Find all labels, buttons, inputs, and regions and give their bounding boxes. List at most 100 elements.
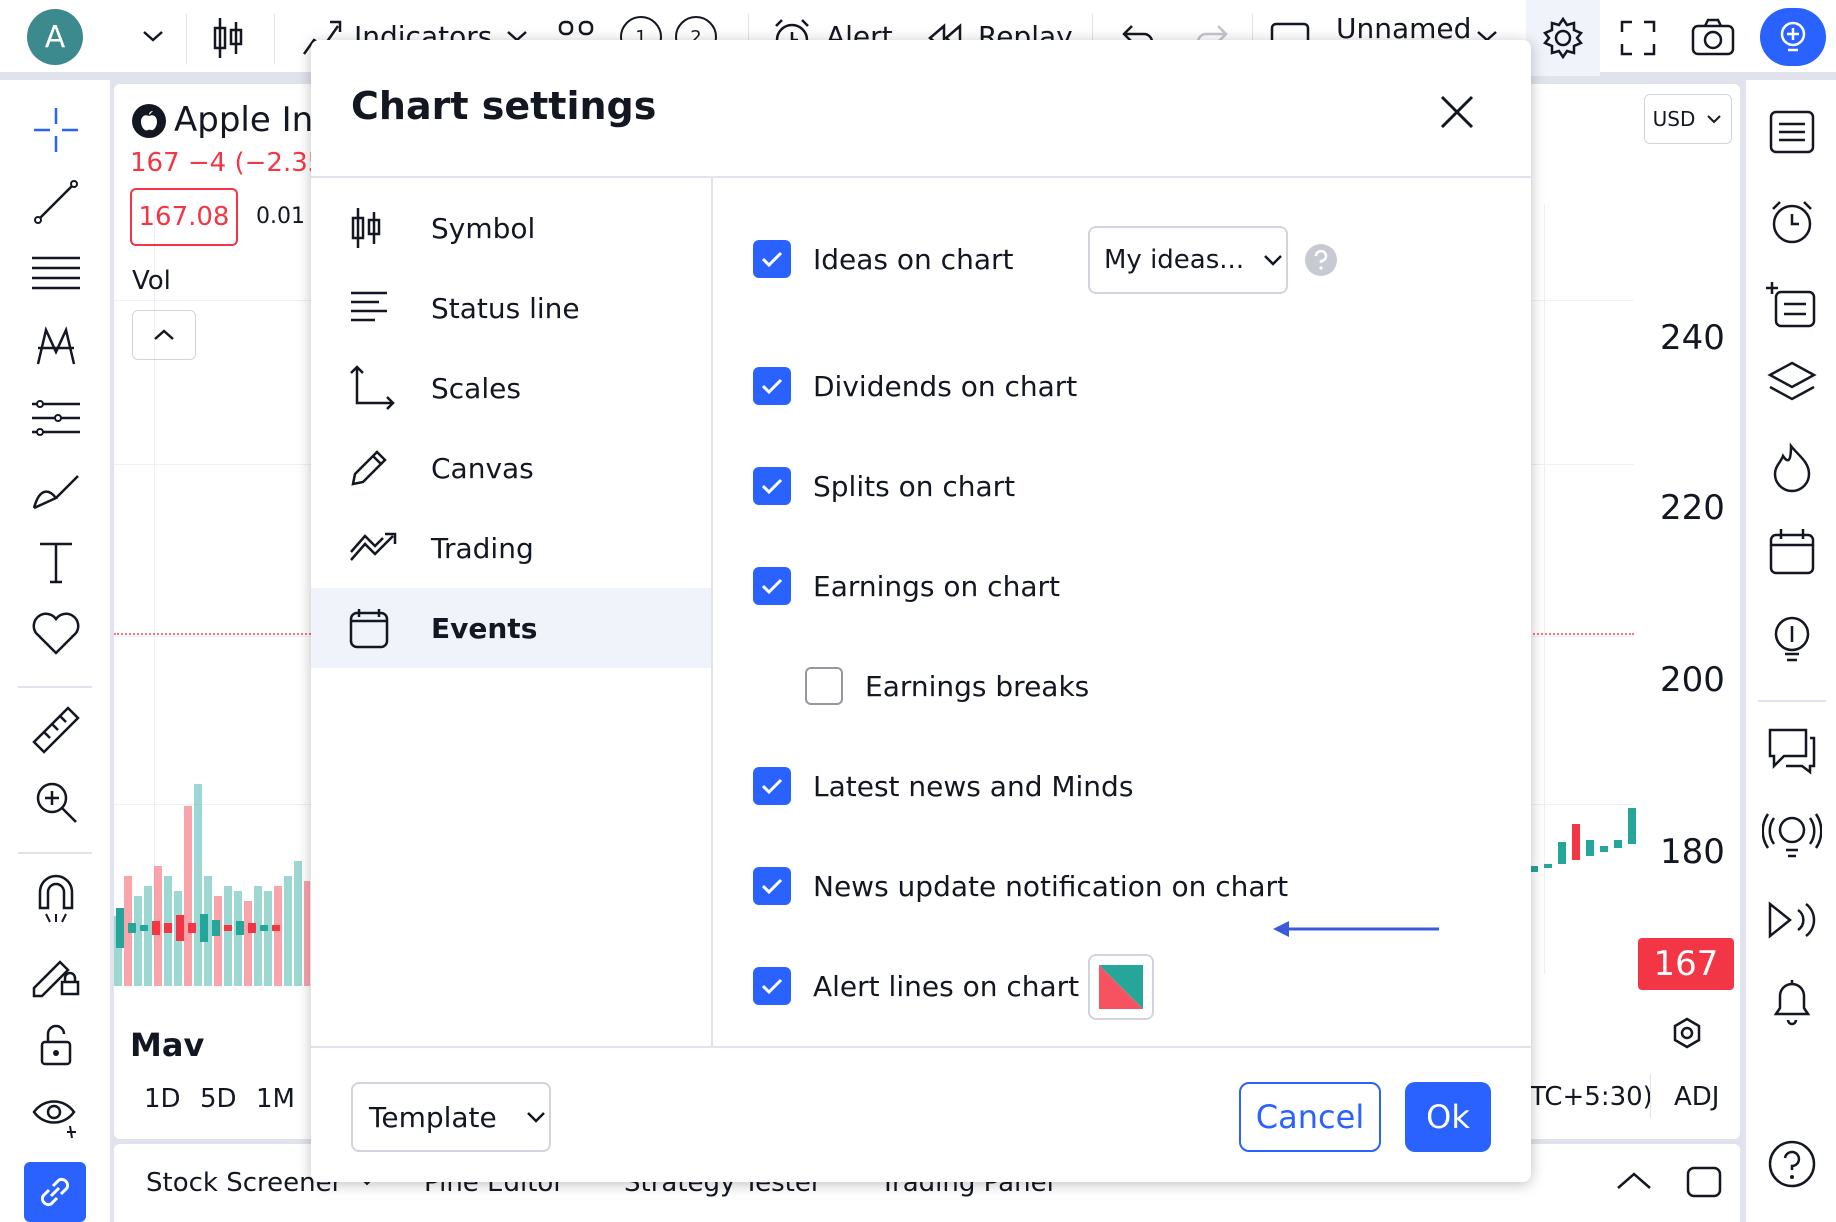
- dialog-divider: [311, 176, 1531, 178]
- nav-item-scales[interactable]: Scales: [311, 348, 711, 428]
- template-select[interactable]: Template: [351, 1082, 551, 1152]
- dialog-divider: [311, 1046, 1531, 1048]
- nav-item-status-line[interactable]: Status line: [311, 268, 711, 348]
- checkbox-unchecked[interactable]: [805, 667, 843, 705]
- watchlist-icon[interactable]: [1760, 100, 1824, 164]
- brush-icon[interactable]: [22, 460, 90, 520]
- check-icon: [761, 878, 783, 895]
- nav-item-trading[interactable]: Trading: [311, 508, 711, 588]
- spread-value: 0.01: [256, 204, 305, 229]
- scale-settings-icon[interactable]: [1670, 1016, 1704, 1050]
- fib-retracement-icon[interactable]: [22, 244, 90, 304]
- option-earnings-breaks[interactable]: Earnings breaks: [805, 667, 1089, 705]
- currency-select[interactable]: USD: [1644, 94, 1732, 144]
- check-icon: [761, 778, 783, 795]
- trend-line-icon[interactable]: [22, 172, 90, 232]
- crosshair-icon[interactable]: [22, 100, 90, 160]
- chart-mark: [144, 886, 152, 986]
- nav-item-events[interactable]: Events: [311, 588, 711, 668]
- chart-mark: [1614, 840, 1622, 848]
- ok-button[interactable]: Ok: [1405, 1082, 1491, 1152]
- camera-icon[interactable]: [1690, 16, 1736, 58]
- fullscreen-icon[interactable]: [1618, 18, 1658, 58]
- checkbox-checked[interactable]: [753, 467, 791, 505]
- option-news-update-notification[interactable]: News update notification on chart: [753, 867, 1288, 905]
- candles-icon: [349, 206, 409, 250]
- hotlist-fire-icon[interactable]: [1760, 436, 1824, 500]
- candles-icon[interactable]: [210, 16, 246, 60]
- chevron-down-icon: [1264, 255, 1282, 266]
- option-latest-news-and-minds[interactable]: Latest news and Minds: [753, 767, 1133, 805]
- publish-button[interactable]: [1760, 8, 1826, 66]
- chevron-down-icon[interactable]: [140, 26, 166, 46]
- layers-icon[interactable]: [1760, 350, 1824, 414]
- close-button[interactable]: [1429, 84, 1485, 140]
- option-label: Earnings on chart: [813, 569, 1060, 603]
- checkbox-checked[interactable]: [753, 240, 791, 278]
- help-icon[interactable]: [1760, 1132, 1824, 1196]
- lock-drawings-icon[interactable]: [22, 942, 90, 1002]
- magnet-icon[interactable]: [22, 870, 90, 930]
- unlock-icon[interactable]: [22, 1014, 90, 1074]
- forecast-icon[interactable]: [22, 388, 90, 448]
- checkbox-checked[interactable]: [753, 767, 791, 805]
- alert-line-color-swatch[interactable]: [1088, 954, 1154, 1020]
- price-tick: 180: [1660, 832, 1725, 872]
- streams-icon[interactable]: [1760, 804, 1824, 868]
- adj-toggle[interactable]: ADJ: [1674, 1082, 1719, 1112]
- timezone-label[interactable]: TC+5:30): [1530, 1082, 1653, 1112]
- nav-item-canvas[interactable]: Canvas: [311, 428, 711, 508]
- collapse-legend-button[interactable]: [132, 310, 196, 360]
- object-tree-icon[interactable]: [1760, 274, 1824, 338]
- chevron-up-icon[interactable]: [1614, 1166, 1654, 1196]
- chart-mark: [284, 876, 292, 986]
- timeframe-1m[interactable]: 1M: [256, 1084, 295, 1114]
- nav-item-label: Trading: [431, 531, 534, 565]
- broadcast-icon[interactable]: [1760, 888, 1824, 952]
- alarm-clock-icon[interactable]: [1760, 190, 1824, 254]
- ideas-select[interactable]: My ideas...: [1088, 226, 1288, 294]
- checkbox-checked[interactable]: [753, 567, 791, 605]
- check-icon: [761, 478, 783, 495]
- chart-mark: [200, 914, 208, 942]
- chart-mark: [272, 925, 280, 931]
- last-price: 167: [1653, 944, 1719, 984]
- settings-button[interactable]: [1526, 0, 1600, 76]
- option-ideas-on-chart[interactable]: Ideas on chart: [753, 240, 1013, 278]
- ideas-lightbulb-icon[interactable]: [1760, 608, 1824, 672]
- symbol-name[interactable]: Apple Inc: [174, 100, 332, 140]
- ruler-icon[interactable]: [22, 700, 90, 760]
- option-alert-lines-on-chart[interactable]: Alert lines on chart: [753, 967, 1079, 1005]
- option-earnings-on-chart[interactable]: Earnings on chart: [753, 567, 1060, 605]
- heart-icon[interactable]: [22, 604, 90, 664]
- option-splits-on-chart[interactable]: Splits on chart: [753, 467, 1015, 505]
- timeframe-1d[interactable]: 1D: [144, 1084, 181, 1114]
- chart-mark: [194, 784, 202, 986]
- timeframe-5d[interactable]: 5D: [200, 1084, 237, 1114]
- checkbox-checked[interactable]: [753, 367, 791, 405]
- notifications-bell-icon[interactable]: [1760, 970, 1824, 1034]
- chat-icon[interactable]: [1760, 718, 1824, 782]
- nav-item-symbol[interactable]: Symbol: [311, 188, 711, 268]
- ok-button-label: Ok: [1426, 1098, 1470, 1136]
- pattern-icon[interactable]: [22, 316, 90, 376]
- maximize-panel-icon[interactable]: [1684, 1164, 1724, 1200]
- calendar-icon[interactable]: [1760, 520, 1824, 584]
- text-icon[interactable]: [22, 532, 90, 592]
- price-series-right: [1530, 808, 1636, 872]
- checkbox-checked[interactable]: [753, 967, 791, 1005]
- chart-mark: [254, 886, 262, 986]
- option-label: Alert lines on chart: [813, 969, 1080, 1003]
- sell-price-button[interactable]: 167.08: [130, 188, 238, 246]
- avatar[interactable]: A: [27, 9, 83, 65]
- chart-mark: [214, 896, 222, 986]
- cancel-button[interactable]: Cancel: [1239, 1082, 1381, 1152]
- link-button[interactable]: [24, 1162, 86, 1222]
- option-dividends-on-chart[interactable]: Dividends on chart: [753, 367, 1077, 405]
- zoom-in-icon[interactable]: [22, 772, 90, 832]
- eye-icon[interactable]: [22, 1086, 90, 1146]
- nav-item-label: Symbol: [431, 211, 536, 245]
- help-icon[interactable]: [1305, 244, 1337, 276]
- checkbox-checked[interactable]: [753, 867, 791, 905]
- close-icon: [1440, 95, 1474, 129]
